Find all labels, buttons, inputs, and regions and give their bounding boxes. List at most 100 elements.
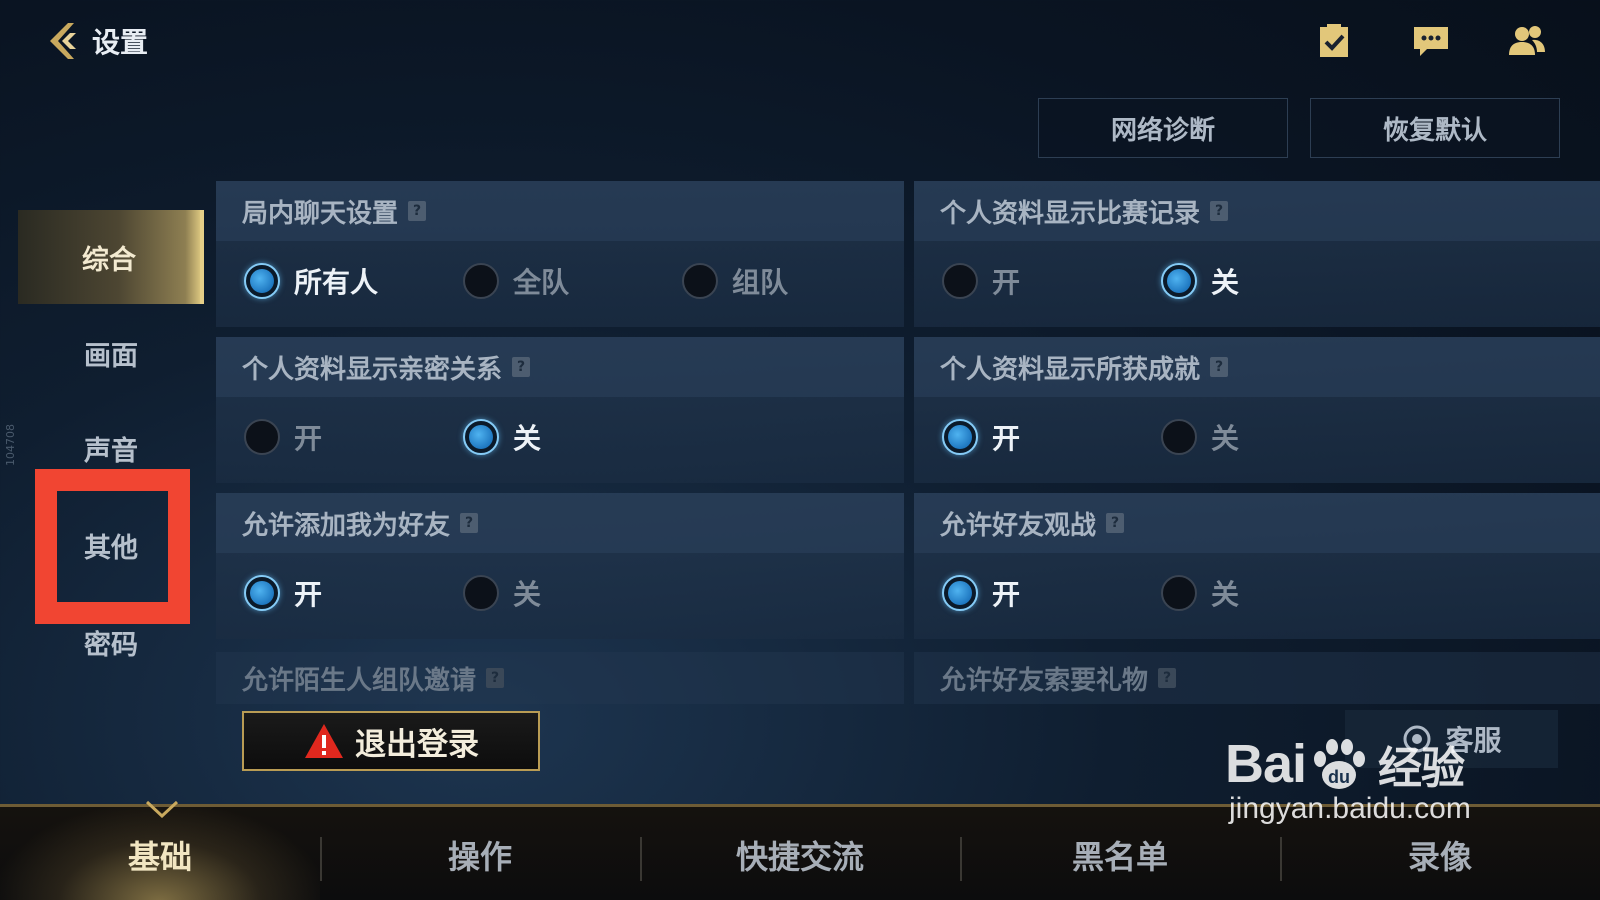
sidebar-item-label: 其他 xyxy=(84,532,138,564)
sidebar-item-label: 综合 xyxy=(82,244,136,276)
radio-button[interactable] xyxy=(1161,575,1197,611)
panel-header: 个人资料显示比赛记录 ? xyxy=(914,181,1600,241)
tab-quick-chat[interactable]: 快捷交流 xyxy=(640,807,960,900)
radio-label: 开 xyxy=(992,266,1021,299)
radio-option-off[interactable]: 关 xyxy=(463,573,541,613)
help-icon[interactable]: ? xyxy=(408,201,427,221)
radio-button[interactable] xyxy=(942,263,978,299)
radio-button[interactable] xyxy=(244,575,280,611)
add-friend-panel: 允许添加我为好友 ? 开 关 xyxy=(216,493,904,639)
network-diagnosis-button[interactable]: 网络诊断 xyxy=(1038,98,1288,158)
radio-label: 组队 xyxy=(732,266,789,299)
radio-label: 全队 xyxy=(513,266,570,299)
watermark-brand-left: Bai xyxy=(1225,734,1307,794)
panel-title: 允许陌生人组队邀请 xyxy=(242,665,477,696)
help-icon[interactable]: ? xyxy=(1106,513,1125,533)
chat-icon xyxy=(1414,27,1448,56)
radio-label: 关 xyxy=(1211,578,1240,611)
tab-blacklist[interactable]: 黑名单 xyxy=(960,807,1280,900)
customer-service-button[interactable]: 客服 xyxy=(1345,710,1558,768)
achievement-panel: 个人资料显示所获成就 ? 开 关 xyxy=(914,337,1600,483)
panel-header: 允许好友索要礼物 ? xyxy=(914,652,1600,704)
panel-header: 局内聊天设置 ? xyxy=(216,181,904,241)
match-record-panel: 个人资料显示比赛记录 ? 开 关 xyxy=(914,181,1600,327)
sidebar-item-label: 画面 xyxy=(84,340,138,372)
radio-label: 关 xyxy=(1211,266,1240,299)
svg-text:du: du xyxy=(1328,767,1350,787)
radio-group: 开 关 xyxy=(216,397,904,483)
restore-default-button[interactable]: 恢复默认 xyxy=(1310,98,1560,158)
radio-option-off[interactable]: 关 xyxy=(1161,417,1239,457)
panel-title: 允许好友观战 xyxy=(940,510,1097,541)
radio-group: 开 关 xyxy=(914,397,1600,483)
sidebar-item-graphics[interactable]: 画面 xyxy=(18,306,204,400)
help-icon[interactable]: ? xyxy=(1158,668,1177,688)
active-tab-caret-icon xyxy=(145,800,179,818)
stranger-invite-panel: 允许陌生人组队邀请 ? xyxy=(216,652,904,704)
sidebar-item-label: 声音 xyxy=(84,435,138,467)
chat-button[interactable] xyxy=(1407,18,1455,64)
bottom-nav: 基础 操作 快捷交流 黑名单 录像 xyxy=(0,804,1600,900)
tab-replay[interactable]: 录像 xyxy=(1280,807,1600,900)
sidebar-item-other[interactable]: 其他 xyxy=(18,498,204,592)
radio-option-team[interactable]: 全队 xyxy=(463,261,569,301)
radio-button[interactable] xyxy=(244,419,280,455)
sidebar-item-password[interactable]: 密码 xyxy=(18,595,204,689)
radio-label: 开 xyxy=(294,422,323,455)
help-icon[interactable]: ? xyxy=(460,513,479,533)
radio-option-on[interactable]: 开 xyxy=(942,261,1020,301)
radio-label: 关 xyxy=(513,578,542,611)
radio-option-on[interactable]: 开 xyxy=(244,573,322,613)
version-label: 104708 xyxy=(4,424,17,466)
headset-icon xyxy=(1403,725,1431,753)
radio-button[interactable] xyxy=(244,263,280,299)
radio-group: 开 关 xyxy=(914,241,1600,327)
radio-button[interactable] xyxy=(463,419,499,455)
radio-button[interactable] xyxy=(463,575,499,611)
radio-group: 所有人 全队 组队 xyxy=(216,241,904,327)
radio-option-off[interactable]: 关 xyxy=(1161,573,1239,613)
panel-header: 个人资料显示所获成就 ? xyxy=(914,337,1600,397)
back-button[interactable]: 设置 xyxy=(38,14,178,68)
radio-button[interactable] xyxy=(1161,419,1197,455)
customer-service-label: 客服 xyxy=(1445,724,1502,757)
sidebar-item-label: 密码 xyxy=(84,629,138,661)
radio-button[interactable] xyxy=(942,419,978,455)
radio-button[interactable] xyxy=(1161,263,1197,299)
tab-basic[interactable]: 基础 xyxy=(0,807,320,900)
radio-option-off[interactable]: 关 xyxy=(1161,261,1239,301)
help-icon[interactable]: ? xyxy=(486,668,505,688)
friends-button[interactable] xyxy=(1503,18,1551,64)
help-icon[interactable]: ? xyxy=(1210,201,1229,221)
page-title: 设置 xyxy=(92,26,149,59)
task-button[interactable] xyxy=(1310,18,1358,64)
radio-option-everyone[interactable]: 所有人 xyxy=(244,261,378,301)
radio-option-on[interactable]: 开 xyxy=(942,417,1020,457)
radio-label: 开 xyxy=(992,578,1021,611)
radio-label: 开 xyxy=(992,422,1021,455)
radio-option-off[interactable]: 关 xyxy=(463,417,541,457)
radio-label: 开 xyxy=(294,578,323,611)
radio-label: 关 xyxy=(1211,422,1240,455)
checklist-icon xyxy=(1320,24,1348,57)
radio-label: 关 xyxy=(513,422,542,455)
radio-option-on[interactable]: 开 xyxy=(942,573,1020,613)
panel-title: 个人资料显示亲密关系 xyxy=(242,354,503,385)
radio-button[interactable] xyxy=(942,575,978,611)
intimacy-panel: 个人资料显示亲密关系 ? 开 关 xyxy=(216,337,904,483)
sidebar-item-sound[interactable]: 声音 xyxy=(18,401,204,495)
radio-group: 开 关 xyxy=(216,553,904,639)
tab-controls[interactable]: 操作 xyxy=(320,807,640,900)
help-icon[interactable]: ? xyxy=(1210,357,1229,377)
panel-header: 个人资料显示亲密关系 ? xyxy=(216,337,904,397)
radio-button[interactable] xyxy=(463,263,499,299)
radio-button[interactable] xyxy=(682,263,718,299)
friends-icon xyxy=(1509,26,1545,55)
logout-button[interactable]: 退出登录 xyxy=(242,711,540,771)
help-icon[interactable]: ? xyxy=(512,357,531,377)
sidebar-item-general[interactable]: 综合 xyxy=(18,210,204,304)
radio-option-party[interactable]: 组队 xyxy=(682,261,788,301)
chat-settings-panel: 局内聊天设置 ? 所有人 全队 组队 xyxy=(216,181,904,327)
radio-option-on[interactable]: 开 xyxy=(244,417,322,457)
warning-icon xyxy=(305,724,343,758)
